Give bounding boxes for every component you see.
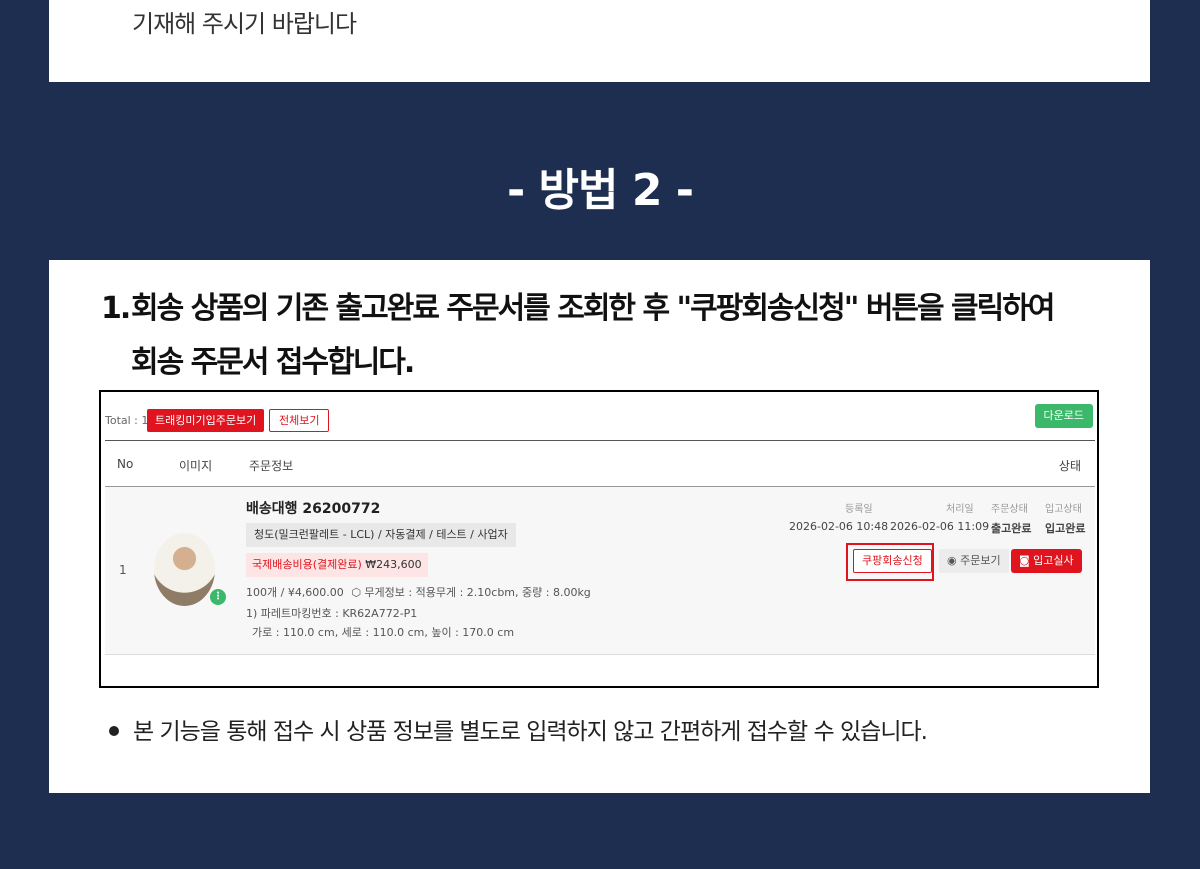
header-image: 이미지 [179, 459, 213, 473]
previous-section-card: 기재해 주시기 바랍니다 [49, 0, 1150, 82]
step-instruction: 1.회송 상품의 기존 출고완료 주문서를 조회한 후 "쿠팡회송신청" 버튼을… [101, 282, 1055, 390]
product-thumbnail [154, 533, 215, 606]
eye-icon: ◉ [947, 554, 961, 567]
view-order-button[interactable]: ◉ 주문보기 [939, 549, 1009, 573]
order-list-screenshot: Total : 1 트래킹미기입주문보기 전체보기 다운로드 No 이미지 주문… [99, 390, 1099, 688]
previous-section-text: 기재해 주시기 바랍니다 [132, 10, 357, 38]
method-title: - 방법 2 - [506, 165, 694, 216]
untracked-orders-button[interactable]: 트래킹미기입주문보기 [147, 409, 265, 432]
step-line-2: 회송 주문서 접수합니다. [131, 345, 415, 380]
reg-date-label: 등록일 [845, 504, 873, 515]
proc-date: 2026-02-06 11:09 [890, 520, 990, 533]
shipping-fee-amount: ₩243,600 [365, 558, 422, 571]
more-options-icon[interactable]: ⋮ [210, 589, 226, 605]
toolbar: Total : 1 트래킹미기입주문보기 전체보기 다운로드 [101, 392, 1097, 442]
camera-icon: ◙ [1019, 554, 1034, 567]
reg-date: 2026-02-06 10:48 [789, 520, 889, 533]
coupang-return-button[interactable]: 쿠팡회송신청 [853, 549, 932, 573]
header-status: 상태 [1058, 459, 1081, 473]
header-no: No [117, 457, 134, 471]
in-status: 입고완료 [1045, 522, 1086, 535]
order-title: 배송대행 26200772 [246, 501, 381, 517]
pallet-dimensions: 가로 : 110.0 cm, 세로 : 110.0 cm, 높이 : 170.0… [252, 626, 515, 639]
pallet-number: 1) 파레트마킹번호 : KR62A772-P1 [246, 607, 418, 620]
total-count: Total : 1 [105, 414, 149, 427]
feature-note-text: 본 기능을 통해 접수 시 상품 정보를 별도로 입력하지 않고 간편하게 접수… [133, 719, 928, 745]
shipping-fee-label: 국제배송비용(결제완료) [252, 558, 362, 571]
step-line-1: 회송 상품의 기존 출고완료 주문서를 조회한 후 "쿠팡회송신청" 버튼을 클… [131, 291, 1055, 326]
proc-date-label: 처리일 [946, 504, 974, 515]
view-order-label: 주문보기 [960, 554, 1001, 567]
in-status-label: 입고상태 [1045, 504, 1082, 515]
qty-weight-line: 100개 / ¥4,600.00 ⬡ 무게정보 : 적용무게 : 2.10cbm… [246, 584, 591, 600]
table-row: 1 ⋮ 배송대행 26200772 청도(밀크런팔레트 - LCL) / 자동결… [105, 487, 1095, 655]
product-image[interactable]: ⋮ [154, 533, 226, 606]
inbound-photo-label: 입고실사 [1033, 554, 1074, 567]
qty-price: 100개 / ¥4,600.00 [246, 586, 344, 599]
shipping-fee-badge: 국제배송비용(결제완료) ₩243,600 [246, 553, 428, 577]
order-status: 출고완료 [991, 522, 1032, 535]
method-card: 1.회송 상품의 기존 출고완료 주문서를 조회한 후 "쿠팡회송신청" 버튼을… [49, 260, 1150, 793]
feature-note: 본 기능을 통해 접수 시 상품 정보를 별도로 입력하지 않고 간편하게 접수… [109, 712, 928, 746]
inbound-photo-button[interactable]: ◙ 입고실사 [1011, 549, 1082, 573]
header-order-info: 주문정보 [249, 459, 294, 473]
order-status-label: 주문상태 [991, 504, 1028, 515]
step-number: 1. [101, 291, 131, 326]
table-header: No 이미지 주문정보 상태 [105, 441, 1095, 487]
order-tags: 청도(밀크런팔레트 - LCL) / 자동결제 / 테스트 / 사업자 [246, 523, 516, 547]
row-number: 1 [119, 563, 127, 577]
bullet-icon [109, 725, 119, 736]
weight-info: 무게정보 : 적용무게 : 2.10cbm, 중량 : 8.00kg [364, 586, 591, 599]
download-button[interactable]: 다운로드 [1034, 404, 1093, 428]
box-icon: ⬡ [351, 586, 361, 599]
view-all-button[interactable]: 전체보기 [269, 409, 330, 432]
